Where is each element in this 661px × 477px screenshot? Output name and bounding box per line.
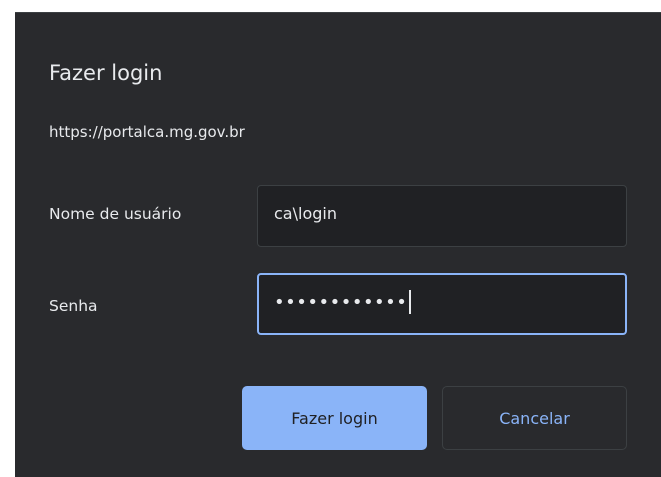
cancel-button[interactable]: Cancelar xyxy=(442,386,627,450)
password-field[interactable]: •••••••••••• xyxy=(257,273,627,335)
username-label: Nome de usuário xyxy=(49,205,182,223)
top-edge xyxy=(0,0,661,12)
password-mask: •••••••••••• xyxy=(274,291,408,313)
login-button[interactable]: Fazer login xyxy=(242,386,427,450)
username-value: ca\login xyxy=(274,204,337,223)
dialog-title: Fazer login xyxy=(49,61,163,85)
password-value: •••••••••••• xyxy=(274,290,411,314)
username-field[interactable]: ca\login xyxy=(257,185,627,247)
text-cursor xyxy=(409,290,411,314)
login-dialog: Fazer login https://portalca.mg.gov.br N… xyxy=(15,12,661,477)
password-label: Senha xyxy=(49,297,98,315)
site-origin: https://portalca.mg.gov.br xyxy=(49,123,245,141)
